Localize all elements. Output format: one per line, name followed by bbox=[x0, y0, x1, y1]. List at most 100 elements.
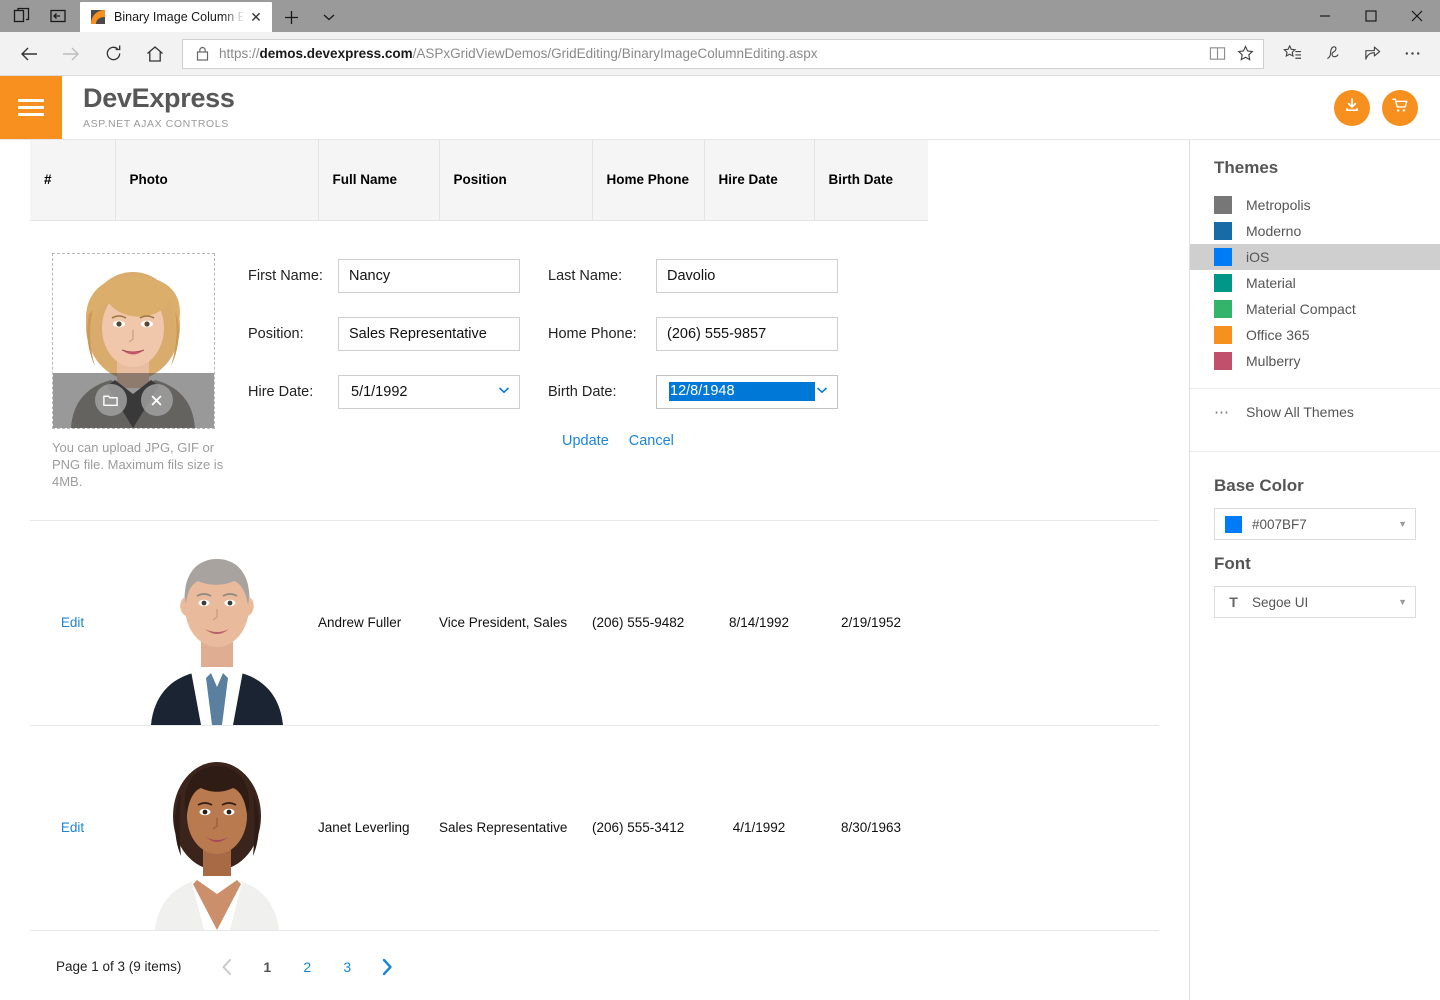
show-all-themes-label: Show All Themes bbox=[1246, 404, 1354, 420]
refresh-button-icon[interactable] bbox=[92, 37, 134, 71]
theme-label: iOS bbox=[1246, 249, 1270, 265]
column-header-birth-date[interactable]: Birth Date bbox=[814, 140, 928, 221]
row-hire-date-cell: 4/1/1992 bbox=[732, 820, 786, 836]
pager-page-3[interactable]: 3 bbox=[327, 953, 367, 981]
edit-link[interactable]: Edit bbox=[61, 615, 84, 630]
chevron-down-icon[interactable] bbox=[497, 383, 511, 401]
restore-tabs-icon[interactable] bbox=[40, 1, 76, 31]
theme-swatch bbox=[1214, 248, 1232, 266]
column-header-photo[interactable]: Photo bbox=[115, 140, 319, 221]
themes-section: Themes Metropolis Moderno iOS Material M… bbox=[1190, 140, 1440, 462]
tab-list-chevron-icon[interactable] bbox=[310, 2, 348, 32]
hire-date-value: 5/1/1992 bbox=[351, 383, 408, 400]
brand-subtitle: ASP.NET AJAX CONTROLS bbox=[83, 118, 229, 130]
favorites-hub-icon[interactable] bbox=[1272, 37, 1312, 71]
pager-page-1[interactable]: 1 bbox=[247, 953, 287, 981]
base-color-section: Base Color #007BF7 ▼ bbox=[1190, 462, 1440, 540]
web-notes-icon[interactable] bbox=[1312, 37, 1352, 71]
column-header-home-phone[interactable]: Home Phone bbox=[592, 140, 705, 221]
page-content: DevExpress ASP.NET AJAX CONTROLS # Photo… bbox=[0, 76, 1440, 1000]
cart-button[interactable] bbox=[1382, 89, 1418, 126]
row-phone-cell: (206) 555-3412 bbox=[592, 820, 685, 836]
theme-swatch bbox=[1214, 326, 1232, 344]
more-options-icon[interactable] bbox=[1392, 37, 1432, 71]
theme-label: Material bbox=[1246, 275, 1296, 291]
text-format-icon: T bbox=[1229, 594, 1238, 610]
reading-view-icon[interactable] bbox=[1203, 40, 1231, 68]
share-icon[interactable] bbox=[1352, 37, 1392, 71]
home-button-icon[interactable] bbox=[134, 37, 176, 71]
window-maximize-button[interactable] bbox=[1348, 0, 1394, 32]
sidebar-divider bbox=[1190, 451, 1440, 452]
upload-hint-text: You can upload JPG, GIF or PNG file. Max… bbox=[52, 439, 224, 489]
edit-link[interactable]: Edit bbox=[61, 820, 84, 835]
position-input[interactable] bbox=[338, 316, 520, 351]
chevron-down-icon[interactable]: ▼ bbox=[1398, 597, 1407, 607]
update-button[interactable]: Update bbox=[562, 433, 609, 449]
row-name-cell: Janet Leverling bbox=[318, 820, 410, 836]
home-phone-input[interactable] bbox=[656, 316, 838, 351]
photo-upload-box[interactable] bbox=[52, 252, 215, 429]
back-button-icon[interactable] bbox=[8, 37, 50, 71]
font-select[interactable]: T Segoe UI ▼ bbox=[1214, 586, 1416, 618]
forward-button-icon[interactable] bbox=[50, 37, 92, 71]
field-row-dates: Hire Date: 5/1/1992 Birth Date: 12/8/194… bbox=[248, 374, 1159, 409]
employee-grid: # Photo Full Name Position Home Phone Hi… bbox=[30, 140, 928, 221]
theme-item-mulberry[interactable]: Mulberry bbox=[1190, 348, 1440, 374]
hamburger-menu-button[interactable] bbox=[0, 76, 62, 139]
close-circle-icon[interactable] bbox=[140, 384, 173, 416]
browser-tab[interactable]: Binary Image Column Editing ✕ bbox=[80, 2, 272, 32]
theme-item-material-compact[interactable]: Material Compact bbox=[1190, 296, 1440, 322]
row-edit-cell: Edit bbox=[30, 818, 115, 837]
hire-date-picker[interactable]: 5/1/1992 bbox=[338, 374, 520, 409]
birth-date-label: Birth Date: bbox=[548, 383, 617, 400]
download-icon bbox=[1343, 96, 1361, 119]
base-color-select[interactable]: #007BF7 ▼ bbox=[1214, 508, 1416, 540]
tab-close-icon[interactable]: ✕ bbox=[244, 5, 268, 29]
column-header-full-name[interactable]: Full Name bbox=[318, 140, 440, 221]
set-tabs-aside-icon[interactable] bbox=[4, 1, 40, 31]
last-name-input[interactable] bbox=[656, 258, 838, 293]
theme-label: Office 365 bbox=[1246, 327, 1310, 343]
theme-item-ios[interactable]: iOS bbox=[1190, 244, 1440, 270]
download-button[interactable] bbox=[1334, 89, 1370, 126]
address-bar[interactable]: https://demos.devexpress.com/ASPxGridVie… bbox=[182, 38, 1264, 69]
birth-date-picker[interactable]: 12/8/1948 bbox=[656, 374, 838, 409]
folder-icon[interactable] bbox=[94, 384, 127, 416]
font-heading: Font bbox=[1214, 554, 1251, 573]
pager-prev-button[interactable] bbox=[207, 953, 247, 981]
edit-fields-column: First Name: Last Name: bbox=[248, 253, 1159, 490]
window-minimize-button[interactable] bbox=[1302, 0, 1348, 32]
column-header-position[interactable]: Position bbox=[439, 140, 593, 221]
column-header-num[interactable]: # bbox=[30, 140, 116, 221]
theme-label: Moderno bbox=[1246, 223, 1302, 239]
body-area: # Photo Full Name Position Home Phone Hi… bbox=[0, 140, 1440, 1000]
chevron-down-icon[interactable] bbox=[815, 383, 829, 401]
cancel-button[interactable]: Cancel bbox=[629, 433, 674, 449]
theme-label: Metropolis bbox=[1246, 197, 1311, 213]
window-controls bbox=[1302, 0, 1440, 32]
pager-page-2[interactable]: 2 bbox=[287, 953, 327, 981]
show-all-themes-button[interactable]: ⋯ Show All Themes bbox=[1190, 389, 1440, 437]
lock-icon bbox=[193, 46, 211, 61]
pager: Page 1 of 3 (9 items) 1 2 3 bbox=[30, 931, 1159, 981]
theme-item-material[interactable]: Material bbox=[1190, 270, 1440, 296]
home-phone-group: Home Phone: bbox=[548, 316, 838, 351]
row-birth-date-cell: 8/30/1963 bbox=[840, 820, 902, 836]
theme-item-metropolis[interactable]: Metropolis bbox=[1190, 192, 1440, 218]
column-header-hire-date[interactable]: Hire Date bbox=[704, 140, 815, 221]
pager-next-button[interactable] bbox=[367, 953, 407, 981]
first-name-input[interactable] bbox=[338, 258, 520, 293]
row-photo-cell bbox=[115, 726, 318, 930]
last-name-group: Last Name: bbox=[548, 258, 838, 293]
field-row-names: First Name: Last Name: bbox=[248, 258, 1159, 293]
favorite-star-icon[interactable] bbox=[1231, 40, 1259, 68]
new-tab-button[interactable] bbox=[272, 2, 310, 32]
theme-swatch bbox=[1214, 196, 1232, 214]
photo-upload-overlay bbox=[53, 372, 214, 428]
window-close-button[interactable] bbox=[1394, 0, 1440, 32]
theme-item-moderno[interactable]: Moderno bbox=[1190, 218, 1440, 244]
theme-item-office-365[interactable]: Office 365 bbox=[1190, 322, 1440, 348]
edit-form-actions: Update Cancel bbox=[248, 433, 1159, 449]
chevron-down-icon[interactable]: ▼ bbox=[1398, 519, 1407, 529]
